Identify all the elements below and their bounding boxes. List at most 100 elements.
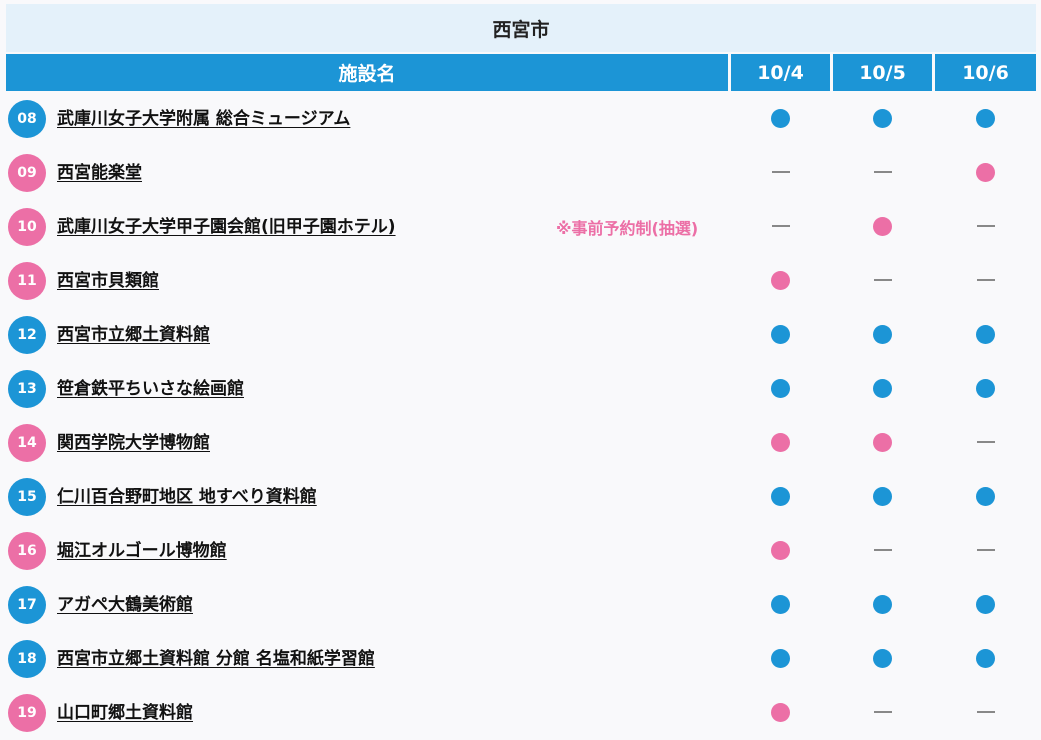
- pink-open-dot-icon: [873, 432, 892, 452]
- date-cell: [833, 307, 932, 361]
- blue-open-dot-icon: [771, 378, 790, 398]
- facility-name-header: 施設名: [6, 54, 728, 91]
- facility-number-badge: 10: [8, 208, 46, 246]
- date-cell: [935, 415, 1036, 469]
- table-row: 12 西宮市立郷土資料館: [0, 307, 1041, 361]
- date-cell: [935, 361, 1036, 415]
- facility-number-badge: 19: [8, 694, 46, 732]
- blue-open-dot-icon: [771, 324, 790, 344]
- date-cell: [833, 523, 932, 577]
- date-cell: [731, 307, 830, 361]
- facility-name-link[interactable]: アガペ大鶴美術館: [57, 590, 193, 615]
- facility-name-link[interactable]: 武庫川女子大学甲子園会館(旧甲子園ホテル): [57, 212, 396, 237]
- date-cell: [731, 91, 830, 145]
- date-cell: [935, 145, 1036, 199]
- date-cell: [731, 631, 830, 685]
- blue-open-dot-icon: [873, 108, 892, 128]
- date-cell: [731, 523, 830, 577]
- table-row: 09 西宮能楽堂: [0, 145, 1041, 199]
- closed-dash-icon: [771, 171, 790, 173]
- date-cell: [731, 145, 830, 199]
- table-row: 08 武庫川女子大学附属 総合ミュージアム: [0, 91, 1041, 145]
- date-cell: [731, 361, 830, 415]
- date-cell: [731, 685, 830, 739]
- table-row: 10 武庫川女子大学甲子園会館(旧甲子園ホテル) ※事前予約制(抽選): [0, 199, 1041, 253]
- date-cell: [731, 469, 830, 523]
- city-title: 西宮市: [6, 4, 1036, 52]
- blue-open-dot-icon: [976, 108, 995, 128]
- table-row: 18 西宮市立郷土資料館 分館 名塩和紙学習館: [0, 631, 1041, 685]
- blue-open-dot-icon: [873, 648, 892, 668]
- date-cell: [935, 469, 1036, 523]
- closed-dash-icon: [873, 171, 892, 173]
- facility-name-link[interactable]: 関西学院大学博物館: [57, 428, 210, 453]
- date-header-1: 10/4: [731, 54, 830, 91]
- closed-dash-icon: [873, 279, 892, 281]
- table-row: 16 堀江オルゴール博物館: [0, 523, 1041, 577]
- facility-number-badge: 12: [8, 316, 46, 354]
- date-cell: [833, 91, 932, 145]
- date-cell: [833, 631, 932, 685]
- facility-name-link[interactable]: 西宮能楽堂: [57, 158, 142, 183]
- table-row: 14 関西学院大学博物館: [0, 415, 1041, 469]
- table-row: 13 笹倉鉄平ちいさな絵画館: [0, 361, 1041, 415]
- date-cell: [935, 253, 1036, 307]
- closed-dash-icon: [771, 225, 790, 227]
- pink-open-dot-icon: [771, 432, 790, 452]
- date-cell: [833, 199, 932, 253]
- facility-name-link[interactable]: 西宮市立郷土資料館 分館 名塩和紙学習館: [57, 644, 375, 669]
- reservation-note: ※事前予約制(抽選): [556, 219, 699, 238]
- facility-name-link[interactable]: 笹倉鉄平ちいさな絵画館: [57, 374, 244, 399]
- pink-open-dot-icon: [771, 270, 790, 290]
- closed-dash-icon: [873, 549, 892, 551]
- blue-open-dot-icon: [771, 108, 790, 128]
- facility-number-badge: 14: [8, 424, 46, 462]
- table-row: 17 アガペ大鶴美術館: [0, 577, 1041, 631]
- facility-schedule-table: 西宮市 施設名 10/4 10/5 10/6 08 武庫川女子大学附属 総合ミュー…: [0, 0, 1041, 740]
- facility-name-link[interactable]: 堀江オルゴール博物館: [57, 536, 227, 561]
- facility-number-badge: 08: [8, 100, 46, 138]
- facility-name-link[interactable]: 仁川百合野町地区 地すべり資料館: [57, 482, 317, 507]
- pink-open-dot-icon: [771, 702, 790, 722]
- blue-open-dot-icon: [976, 378, 995, 398]
- facility-number-badge: 16: [8, 532, 46, 570]
- blue-open-dot-icon: [873, 324, 892, 344]
- date-cell: [833, 415, 932, 469]
- facility-number-badge: 13: [8, 370, 46, 408]
- table-row: 19 山口町郷土資料館: [0, 685, 1041, 739]
- blue-open-dot-icon: [771, 648, 790, 668]
- blue-open-dot-icon: [771, 594, 790, 614]
- date-cell: [833, 577, 932, 631]
- closed-dash-icon: [976, 549, 995, 551]
- date-cell: [935, 199, 1036, 253]
- date-cell: [935, 577, 1036, 631]
- blue-open-dot-icon: [976, 324, 995, 344]
- closed-dash-icon: [976, 279, 995, 281]
- date-cell: [731, 253, 830, 307]
- date-cell: [731, 415, 830, 469]
- facility-name-link[interactable]: 武庫川女子大学附属 総合ミュージアム: [57, 104, 350, 129]
- closed-dash-icon: [976, 441, 995, 443]
- date-cell: [935, 307, 1036, 361]
- blue-open-dot-icon: [976, 648, 995, 668]
- date-cell: [833, 685, 932, 739]
- facility-number-badge: 18: [8, 640, 46, 678]
- facility-name-link[interactable]: 山口町郷土資料館: [57, 698, 193, 723]
- blue-open-dot-icon: [873, 486, 892, 506]
- date-cell: [731, 577, 830, 631]
- table-row: 11 西宮市貝類館: [0, 253, 1041, 307]
- table-row: 15 仁川百合野町地区 地すべり資料館: [0, 469, 1041, 523]
- date-cell: [833, 253, 932, 307]
- date-cell: [935, 685, 1036, 739]
- date-cell: [935, 631, 1036, 685]
- facility-number-badge: 17: [8, 586, 46, 624]
- facility-name-link[interactable]: 西宮市立郷土資料館: [57, 320, 210, 345]
- blue-open-dot-icon: [873, 594, 892, 614]
- facility-number-badge: 11: [8, 262, 46, 300]
- facility-name-link[interactable]: 西宮市貝類館: [57, 266, 159, 291]
- pink-open-dot-icon: [771, 540, 790, 560]
- closed-dash-icon: [976, 225, 995, 227]
- facility-number-badge: 09: [8, 154, 46, 192]
- pink-open-dot-icon: [873, 216, 892, 236]
- blue-open-dot-icon: [976, 594, 995, 614]
